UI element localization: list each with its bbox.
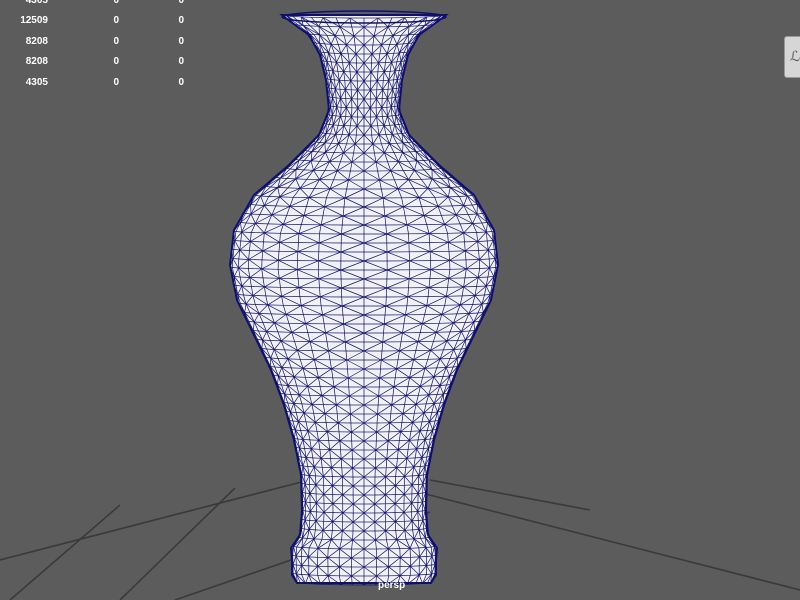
hud-value: 0: [113, 0, 119, 6]
hud-value: 4305: [25, 0, 48, 6]
hud-row: 4305 0 0: [0, 77, 200, 97]
poly-count-hud: 4305 0 0 12509 0 0 8208 0 0 8208 0 0 4305 0 0: [0, 0, 200, 97]
hud-row: 12509 0 0: [0, 15, 200, 35]
hud-row: 4305 0 0: [0, 0, 200, 15]
hud-row: 8208 0 0: [0, 36, 200, 56]
hud-value: 8208: [25, 35, 48, 47]
hud-value: 0: [113, 56, 119, 68]
hud-value: 0: [178, 35, 184, 47]
hud-value: 0: [178, 0, 184, 6]
hud-row: 8208 0 0: [0, 56, 200, 76]
hud-value: 12509: [20, 15, 48, 27]
hud-value: 0: [113, 76, 119, 88]
hud-value: 0: [178, 15, 184, 27]
hud-value: 4305: [25, 76, 48, 88]
hud-value: 0: [113, 15, 119, 27]
hud-value: 0: [178, 56, 184, 68]
hud-value: 0: [178, 76, 184, 88]
camera-name-label: persp: [378, 580, 406, 591]
side-panel-tab[interactable]: ℒ: [784, 36, 800, 78]
hud-value: 0: [113, 35, 119, 47]
hud-value: 8208: [25, 56, 48, 68]
outliner-tab-icon: ℒ: [790, 49, 800, 65]
